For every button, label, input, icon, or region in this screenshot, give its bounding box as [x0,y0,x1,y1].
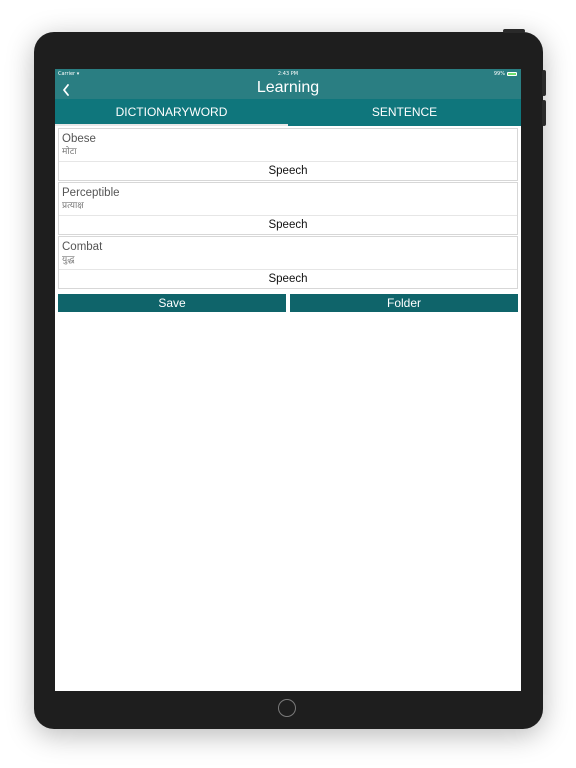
word-text: Obese [62,133,96,145]
app-screen: Carrier ▾ 2:43 PM 99% Learning DICTIONAR… [55,69,521,691]
speech-button[interactable]: Speech [59,270,517,288]
power-button [503,29,525,33]
tab-sentence[interactable]: SENTENCE [288,99,521,126]
word-block: Combat युद्ध [59,237,517,270]
volume-up-button [542,70,546,96]
navigation-bar: Carrier ▾ 2:43 PM 99% Learning [55,69,521,99]
status-bar: Carrier ▾ 2:43 PM 99% [55,70,521,78]
action-bar: Save Folder [55,290,521,312]
meaning-text: मोटा [62,147,77,157]
list-item: Perceptible प्रत्याक्ष Speech [58,182,518,235]
volume-down-button [542,100,546,126]
folder-button[interactable]: Folder [290,294,518,312]
meaning-text: युद्ध [62,255,75,265]
meaning-text: प्रत्याक्ष [62,201,84,211]
battery-percent: 99% [493,71,505,77]
list-item: Obese मोटा Speech [58,128,518,181]
tab-bar: DICTIONARYWORD SENTENCE [55,99,521,126]
tab-dictionaryword[interactable]: DICTIONARYWORD [55,99,288,126]
word-block: Obese मोटा [59,129,517,162]
word-text: Perceptible [62,187,120,199]
word-text: Combat [62,241,103,253]
word-list: Obese मोटा Speech Perceptible प्रत्याक्ष… [55,126,521,289]
speech-button[interactable]: Speech [59,162,517,180]
ipad-frame: Carrier ▾ 2:43 PM 99% Learning DICTIONAR… [34,29,546,729]
status-time: 2:43 PM [277,71,299,77]
battery-icon [507,72,517,76]
home-button[interactable] [278,699,296,717]
list-item: Combat युद्ध Speech [58,236,518,289]
save-button[interactable]: Save [58,294,286,312]
page-title: Learning [256,79,320,96]
speech-button[interactable]: Speech [59,216,517,234]
battery-status: 99% [494,70,517,78]
app-store-screenshot: Carrier ▾ 2:43 PM 99% Learning DICTIONAR… [0,0,576,768]
word-block: Perceptible प्रत्याक्ष [59,183,517,216]
